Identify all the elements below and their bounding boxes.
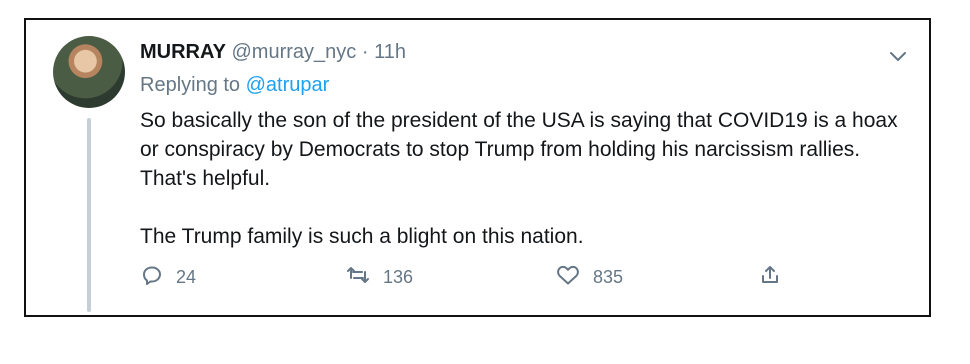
author-handle[interactable]: @murray_nyc: [232, 41, 357, 63]
reply-context: Replying to @atrupar: [140, 73, 329, 97]
retweet-icon: [345, 263, 371, 292]
reply-prefix: Replying to: [140, 74, 241, 96]
author-name[interactable]: MURRAY: [140, 41, 226, 63]
like-icon: [555, 263, 581, 292]
avatar[interactable]: [53, 36, 125, 108]
share-icon: [758, 263, 782, 292]
tweet-body: So basically the son of the president of…: [140, 106, 905, 251]
thread-line: [87, 118, 91, 312]
retweet-count: 136: [383, 266, 414, 287]
reply-handle[interactable]: @atrupar: [246, 74, 330, 96]
header-separator: ·: [361, 41, 369, 63]
tweet-paragraph-2: The Trump family is such a blight on thi…: [140, 225, 584, 248]
retweet-action[interactable]: 136: [345, 261, 413, 293]
like-count: 835: [593, 266, 624, 287]
reply-count: 24: [176, 266, 197, 287]
reply-icon: [140, 263, 164, 292]
tweet-actions: 24 136 835: [140, 261, 800, 293]
timestamp[interactable]: 11h: [374, 41, 406, 63]
like-action[interactable]: 835: [555, 261, 623, 293]
tweet-header: MURRAY @murray_nyc · 11h: [140, 40, 406, 64]
reply-action[interactable]: 24: [140, 261, 196, 293]
tweet-card[interactable]: MURRAY @murray_nyc · 11h Replying to @at…: [24, 18, 931, 317]
tweet-paragraph-1: So basically the son of the president of…: [140, 109, 898, 190]
chevron-down-icon[interactable]: [885, 44, 911, 70]
share-action[interactable]: [758, 261, 782, 293]
